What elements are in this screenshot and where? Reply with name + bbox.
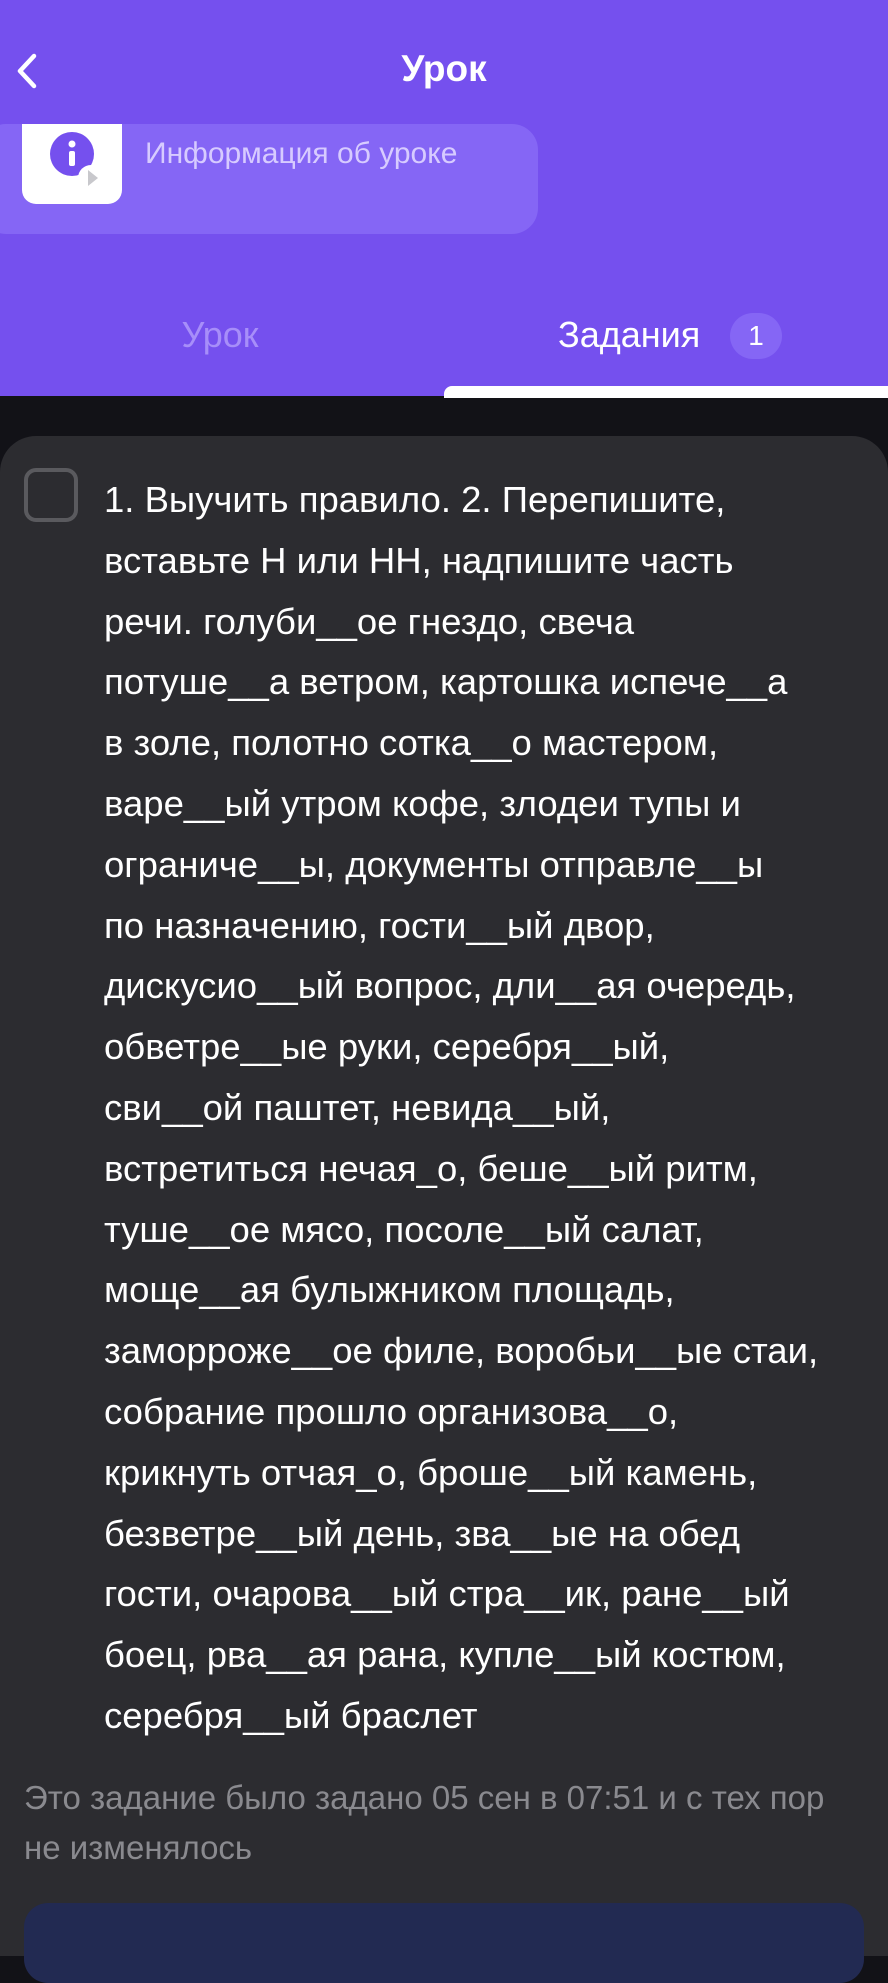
tasks-count-badge: 1	[730, 313, 782, 359]
active-tab-indicator	[444, 386, 888, 398]
task-description: 1. Выучить правило. 2. Перепишите, встав…	[104, 479, 819, 1736]
bottom-action-button[interactable]	[24, 1903, 864, 1983]
header: Урок Информация об уроке Урок Задания 1	[0, 0, 888, 398]
lesson-info-icon-tile[interactable]	[22, 124, 122, 204]
task-assigned-info: Это задание было задано 05 сен в 07:51 и…	[24, 1779, 825, 1866]
tab-lesson[interactable]: Урок	[0, 310, 440, 360]
tab-tasks[interactable]: Задания	[558, 310, 700, 360]
page-title: Урок	[401, 48, 487, 89]
lesson-info-label[interactable]: Информация об уроке	[145, 134, 457, 174]
task-complete-checkbox[interactable]	[24, 468, 78, 522]
info-play-icon	[50, 132, 104, 191]
